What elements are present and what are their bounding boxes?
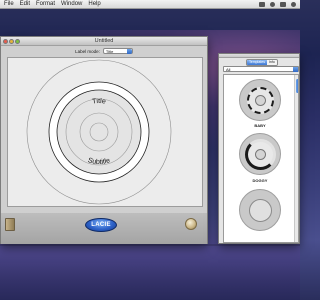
menu-help[interactable]: Help — [88, 0, 100, 9]
template-category-value: All — [226, 67, 231, 72]
battery-icon[interactable] — [280, 1, 286, 7]
bottom-toolbar: LACIE — [1, 213, 207, 244]
tab-info[interactable]: Info — [266, 60, 277, 65]
templates-panel-titlebar[interactable] — [219, 54, 299, 58]
menu-format[interactable]: Format — [36, 0, 55, 9]
label-mode-row: Label mode: Title — [1, 47, 207, 55]
template-inner-ring — [249, 199, 272, 222]
main-window-titlebar[interactable]: Untitled — [1, 37, 207, 46]
template-list[interactable]: BABY DOGGY — [223, 74, 299, 243]
menu-bar: File Edit Format Window Help — [0, 0, 300, 9]
template-label-baby: BABY — [254, 123, 266, 128]
menu-extras — [259, 1, 300, 7]
scroll-thumb[interactable] — [295, 79, 298, 93]
menu-file[interactable]: File — [4, 0, 14, 9]
main-window: Untitled Label mode: Title Title Subtitl… — [0, 36, 208, 244]
status-icon[interactable] — [259, 1, 265, 7]
chevron-down-icon — [293, 67, 298, 72]
spotlight-icon[interactable] — [291, 1, 296, 7]
volume-icon[interactable] — [270, 1, 275, 7]
template-hub — [255, 95, 266, 106]
disc-canvas[interactable]: Title Subtitle — [7, 57, 203, 207]
desktop-edge — [0, 244, 300, 246]
label-mode-label: Label mode: — [75, 48, 100, 54]
chevron-down-icon — [126, 49, 132, 54]
template-thumbnail-doggy — [239, 133, 281, 175]
templates-tab-control: Templates Info — [246, 59, 278, 66]
label-mode-select[interactable]: Title — [102, 48, 133, 54]
menu-edit[interactable]: Edit — [20, 0, 30, 9]
lacie-logo: LACIE — [85, 218, 117, 232]
label-mode-value: Title — [105, 49, 114, 54]
template-list-scrollbar[interactable] — [294, 75, 298, 242]
template-label-doggy: DOGGY — [252, 178, 268, 183]
template-category-select[interactable]: All — [223, 66, 299, 72]
template-thumbnail-baby — [239, 79, 281, 121]
disc-title-text[interactable]: Title — [92, 98, 107, 106]
window-title: Untitled — [94, 38, 114, 44]
burn-button[interactable] — [185, 218, 197, 230]
templates-panel: Templates Info All BABY DOGGY — [218, 53, 300, 244]
template-hub — [255, 149, 266, 160]
menu-window[interactable]: Window — [61, 0, 82, 9]
template-thumbnail-next — [239, 189, 281, 231]
open-template-button[interactable] — [5, 218, 15, 231]
disc-preview: Title Subtitle — [26, 59, 172, 205]
tab-templates[interactable]: Templates — [247, 60, 267, 65]
